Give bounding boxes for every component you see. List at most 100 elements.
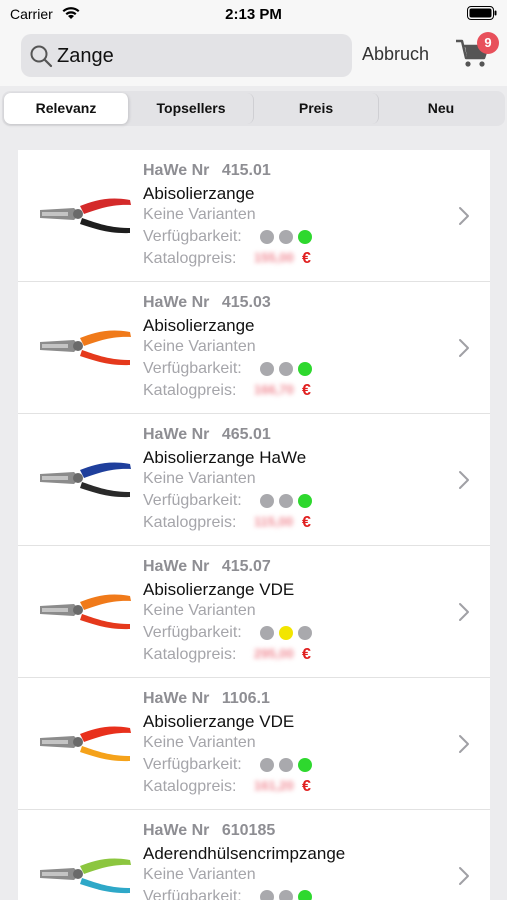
product-image [40, 858, 131, 894]
status-bar: Carrier 2:13 PM [0, 0, 507, 28]
product-name: Abisolierzange VDE [143, 580, 295, 599]
availability-indicator [260, 626, 316, 640]
availability-indicator [260, 758, 316, 772]
chevron-right-icon [459, 603, 469, 621]
product-list: HaWe Nr 415.01 Abisolierzange Keine Vari… [18, 150, 490, 900]
availability-label: Verfügbarkeit: [143, 888, 242, 900]
availability-label: Verfügbarkeit: [143, 624, 242, 641]
product-image [40, 198, 131, 234]
battery-icon [467, 6, 497, 20]
availability-dot [298, 230, 312, 244]
availability-dot [260, 494, 274, 508]
product-number: HaWe Nr 415.01 [143, 162, 271, 180]
product-number-value: 610185 [221, 822, 276, 839]
price-value-blurred: 155,00 [254, 250, 294, 265]
search-bar[interactable] [21, 34, 352, 77]
segment-relevanz[interactable]: Relevanz [4, 93, 129, 124]
availability-dot [279, 758, 293, 772]
chevron-right-icon [459, 339, 469, 357]
availability-dot [298, 494, 312, 508]
availability-dot [279, 362, 293, 376]
product-variants: Keine Varianten [143, 338, 256, 355]
price-label: Katalogpreis: [143, 514, 237, 531]
product-image [40, 726, 131, 762]
sort-segmented-control: Relevanz Topsellers Preis Neu [2, 91, 505, 126]
availability-dot [260, 626, 274, 640]
availability-dot [260, 230, 274, 244]
segment-neu[interactable]: Neu [379, 93, 503, 124]
price-value-blurred: 115,00 [254, 514, 294, 529]
price-currency: € [302, 778, 311, 795]
availability-dot [298, 626, 312, 640]
product-row[interactable]: HaWe Nr 415.03 Abisolierzange Keine Vari… [18, 282, 490, 414]
availability-dot [260, 890, 274, 900]
availability-dot [279, 626, 293, 640]
product-number-label: HaWe Nr [143, 558, 210, 575]
product-number-label: HaWe Nr [143, 162, 210, 179]
product-row[interactable]: HaWe Nr 415.01 Abisolierzange Keine Vari… [18, 150, 490, 282]
product-row[interactable]: HaWe Nr 465.01 Abisolierzange HaWe Keine… [18, 414, 490, 546]
cart-badge: 9 [477, 32, 499, 54]
product-number-value: 415.07 [221, 558, 271, 575]
product-number-value: 1106.1 [221, 690, 270, 707]
availability-indicator [260, 890, 316, 900]
product-variants: Keine Varianten [143, 206, 256, 223]
product-number: HaWe Nr 610185 [143, 822, 275, 840]
segment-topsellers[interactable]: Topsellers [129, 93, 254, 124]
product-number-value: 415.03 [221, 294, 271, 311]
product-row[interactable]: HaWe Nr 1106.1 Abisolierzange VDE Keine … [18, 678, 490, 810]
product-name: Aderendhülsencrimpzange [143, 844, 346, 863]
product-row[interactable]: HaWe Nr 415.07 Abisolierzange VDE Keine … [18, 546, 490, 678]
product-image [40, 594, 131, 630]
product-number: HaWe Nr 415.07 [143, 558, 271, 576]
availability-indicator [260, 362, 316, 376]
product-name: Abisolierzange HaWe [143, 448, 307, 467]
availability-dot [260, 758, 274, 772]
segment-preis[interactable]: Preis [254, 93, 379, 124]
product-variants: Keine Varianten [143, 734, 256, 751]
cart-button[interactable]: 9 [455, 32, 501, 72]
price-value-blurred: 161,20 [254, 778, 294, 793]
product-number-value: 415.01 [221, 162, 271, 179]
availability-label: Verfügbarkeit: [143, 756, 242, 773]
chevron-right-icon [459, 735, 469, 753]
product-row[interactable]: HaWe Nr 610185 Aderendhülsencrimpzange K… [18, 810, 490, 900]
product-name: Abisolierzange [143, 184, 255, 203]
product-number: HaWe Nr 465.01 [143, 426, 271, 444]
price-label: Katalogpreis: [143, 778, 237, 795]
search-icon [30, 45, 53, 68]
product-image [40, 462, 131, 498]
product-number-value: 465.01 [221, 426, 271, 443]
status-time: 2:13 PM [225, 6, 282, 23]
price-currency: € [302, 646, 311, 663]
price-value-blurred: 295,00 [254, 646, 294, 661]
price-currency: € [302, 514, 311, 531]
availability-dot [298, 758, 312, 772]
availability-dot [260, 362, 274, 376]
availability-dot [279, 230, 293, 244]
product-number-label: HaWe Nr [143, 294, 210, 311]
product-number: HaWe Nr 415.03 [143, 294, 271, 312]
price-value-blurred: 166,70 [254, 382, 294, 397]
availability-dot [298, 362, 312, 376]
chevron-right-icon [459, 471, 469, 489]
availability-label: Verfügbarkeit: [143, 360, 242, 377]
search-input[interactable] [57, 42, 337, 70]
availability-dot [298, 890, 312, 900]
availability-dot [279, 890, 293, 900]
search-header: Abbruch 9 [0, 28, 507, 86]
price-label: Katalogpreis: [143, 646, 237, 663]
price-currency: € [302, 382, 311, 399]
availability-label: Verfügbarkeit: [143, 228, 242, 245]
cancel-button[interactable]: Abbruch [362, 44, 429, 65]
product-variants: Keine Varianten [143, 866, 256, 883]
availability-dot [279, 494, 293, 508]
price-currency: € [302, 250, 311, 267]
product-name: Abisolierzange VDE [143, 712, 295, 731]
chevron-right-icon [459, 207, 469, 225]
product-number-label: HaWe Nr [143, 822, 210, 839]
product-name: Abisolierzange [143, 316, 255, 335]
chevron-right-icon [459, 867, 469, 885]
product-number-label: HaWe Nr [143, 690, 210, 707]
availability-label: Verfügbarkeit: [143, 492, 242, 509]
